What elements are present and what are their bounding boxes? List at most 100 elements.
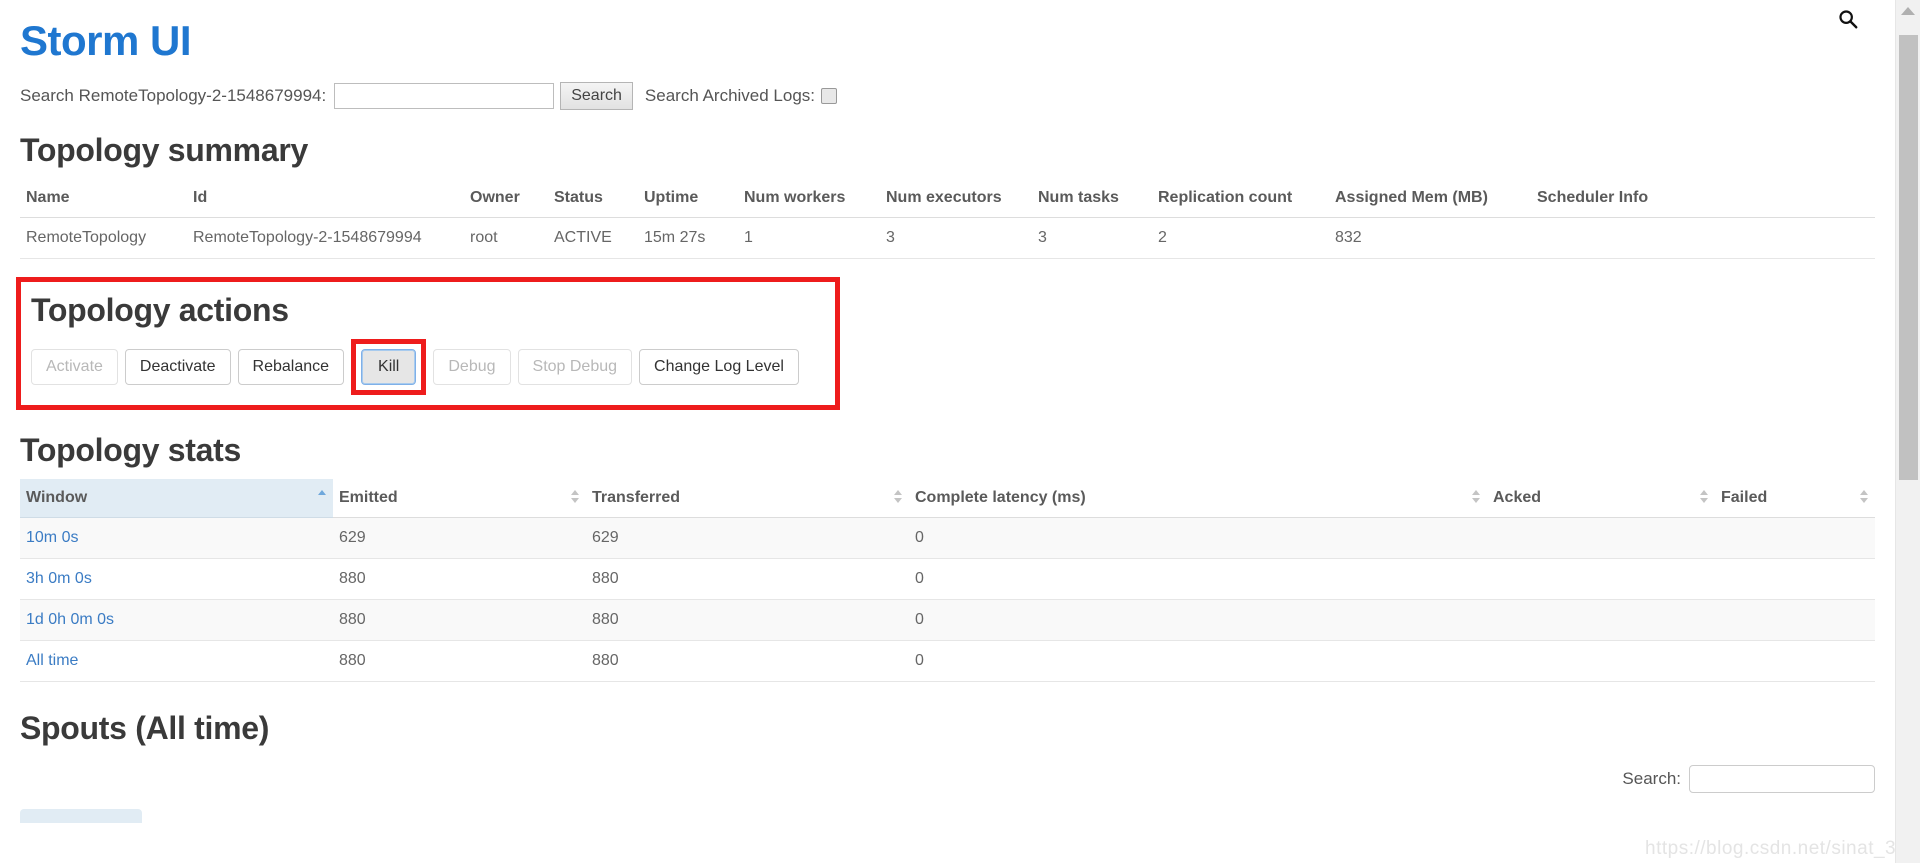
topology-actions-heading: Topology actions [31, 292, 289, 329]
page-content: Storm UI Search RemoteTopology-2-1548679… [0, 0, 1895, 863]
deactivate-button[interactable]: Deactivate [124, 349, 231, 385]
table-header-row: Window Emitted Transferred Complete late… [20, 478, 1875, 518]
watermark-text: https://blog.csdn.net/sinat_34045444 [1645, 838, 1895, 859]
column-header-failed[interactable]: Failed [1715, 478, 1875, 518]
sort-toggle-icon[interactable] [894, 489, 903, 506]
sort-ascending-icon[interactable] [318, 489, 327, 506]
column-header-replication-count: Replication count [1152, 179, 1329, 219]
cell-transferred: 880 [586, 599, 909, 641]
table-row: All time 880 880 0 [20, 640, 1875, 682]
column-header-id: Id [187, 179, 464, 219]
window-link[interactable]: 10m 0s [26, 529, 78, 546]
table-header-row: Name Id Owner Status Uptime Num workers … [20, 179, 1875, 219]
window-link[interactable]: 1d 0h 0m 0s [26, 611, 114, 628]
sort-toggle-icon[interactable] [1700, 489, 1709, 506]
cell-window: 1d 0h 0m 0s [20, 599, 333, 641]
column-header-window-label: Window [26, 488, 88, 506]
cell-window: All time [20, 640, 333, 682]
cell-status: ACTIVE [548, 217, 638, 260]
cell-latency: 0 [909, 517, 1487, 559]
column-header-complete-latency[interactable]: Complete latency (ms) [909, 478, 1487, 518]
stop-debug-button[interactable]: Stop Debug [517, 349, 633, 385]
cell-emitted: 880 [333, 640, 586, 682]
spouts-heading: Spouts (All time) [20, 709, 270, 746]
vertical-scrollbar[interactable] [1895, 0, 1920, 863]
spouts-search-input[interactable] [1689, 764, 1875, 793]
cell-window: 3h 0m 0s [20, 558, 333, 600]
cell-name: RemoteTopology [20, 217, 187, 260]
sort-toggle-icon[interactable] [1860, 489, 1869, 506]
topology-summary-heading: Topology summary [20, 132, 308, 169]
cell-assigned-mem: 832 [1329, 217, 1531, 260]
cell-acked [1487, 558, 1715, 600]
cell-acked [1487, 517, 1715, 559]
search-input[interactable] [334, 83, 555, 110]
scrollbar-thumb[interactable] [1899, 35, 1918, 480]
sort-toggle-icon[interactable] [571, 489, 580, 506]
archived-logs-label: Search Archived Logs: [644, 86, 816, 106]
column-header-num-workers: Num workers [738, 179, 880, 219]
topology-actions-button-group: Activate Deactivate Rebalance Kill Debug… [31, 339, 835, 395]
sort-toggle-icon[interactable] [1472, 489, 1481, 506]
column-header-emitted-label: Emitted [339, 488, 398, 506]
column-header-num-executors: Num executors [880, 179, 1032, 219]
debug-button[interactable]: Debug [433, 349, 511, 385]
change-log-level-button[interactable]: Change Log Level [639, 349, 799, 385]
search-button[interactable]: Search [560, 82, 633, 111]
table-row: 1d 0h 0m 0s 880 880 0 [20, 599, 1875, 641]
cell-num-tasks: 3 [1032, 217, 1152, 260]
cell-owner: root [464, 217, 548, 260]
column-header-scheduler-info: Scheduler Info [1531, 179, 1875, 219]
topology-summary-table: Name Id Owner Status Uptime Num workers … [20, 179, 1875, 260]
cell-acked [1487, 599, 1715, 641]
cell-failed [1715, 599, 1875, 641]
column-header-transferred[interactable]: Transferred [586, 478, 909, 518]
rebalance-button[interactable]: Rebalance [237, 349, 345, 385]
topology-stats-heading: Topology stats [20, 431, 241, 468]
column-header-transferred-label: Transferred [592, 488, 681, 506]
table-row: RemoteTopology RemoteTopology-2-15486799… [20, 217, 1875, 260]
cell-acked [1487, 640, 1715, 682]
column-header-failed-label: Failed [1721, 488, 1768, 506]
column-header-acked[interactable]: Acked [1487, 478, 1715, 518]
cell-emitted: 880 [333, 599, 586, 641]
cell-emitted: 880 [333, 558, 586, 600]
cell-failed [1715, 640, 1875, 682]
cell-transferred: 880 [586, 640, 909, 682]
cell-id: RemoteTopology-2-1548679994 [187, 217, 464, 260]
cell-latency: 0 [909, 599, 1487, 641]
column-header-status: Status [548, 179, 638, 219]
cell-latency: 0 [909, 640, 1487, 682]
topology-search-label: Search RemoteTopology-2-1548679994: [20, 86, 327, 106]
cell-transferred: 880 [586, 558, 909, 600]
activate-button[interactable]: Activate [31, 349, 118, 385]
column-header-assigned-mem: Assigned Mem (MB) [1329, 179, 1531, 219]
spouts-table-header-peek [20, 808, 142, 823]
column-header-emitted[interactable]: Emitted [333, 478, 586, 518]
cell-failed [1715, 558, 1875, 600]
cell-scheduler-info [1531, 217, 1875, 260]
window-link[interactable]: All time [26, 652, 78, 669]
window-link[interactable]: 3h 0m 0s [26, 570, 92, 587]
column-header-window[interactable]: Window [20, 478, 333, 518]
table-row: 10m 0s 629 629 0 [20, 517, 1875, 559]
spouts-search-label: Search: [1622, 768, 1681, 788]
column-header-name: Name [20, 179, 187, 219]
cell-window: 10m 0s [20, 517, 333, 559]
column-header-num-tasks: Num tasks [1032, 179, 1152, 219]
cell-latency: 0 [909, 558, 1487, 600]
kill-button[interactable]: Kill [361, 349, 417, 385]
cell-failed [1715, 517, 1875, 559]
cell-replication-count: 2 [1152, 217, 1329, 260]
topology-actions-highlight-box: Topology actions Activate Deactivate Reb… [16, 277, 840, 410]
column-header-owner: Owner [464, 179, 548, 219]
cell-transferred: 629 [586, 517, 909, 559]
search-icon[interactable] [1837, 8, 1859, 30]
cell-num-executors: 3 [880, 217, 1032, 260]
cell-emitted: 629 [333, 517, 586, 559]
topology-stats-table: Window Emitted Transferred Complete late… [20, 478, 1875, 682]
archived-logs-checkbox[interactable] [821, 88, 838, 105]
triangle-up-icon[interactable] [1901, 7, 1915, 15]
column-header-complete-latency-label: Complete latency (ms) [915, 488, 1086, 506]
cell-uptime: 15m 27s [638, 217, 738, 260]
